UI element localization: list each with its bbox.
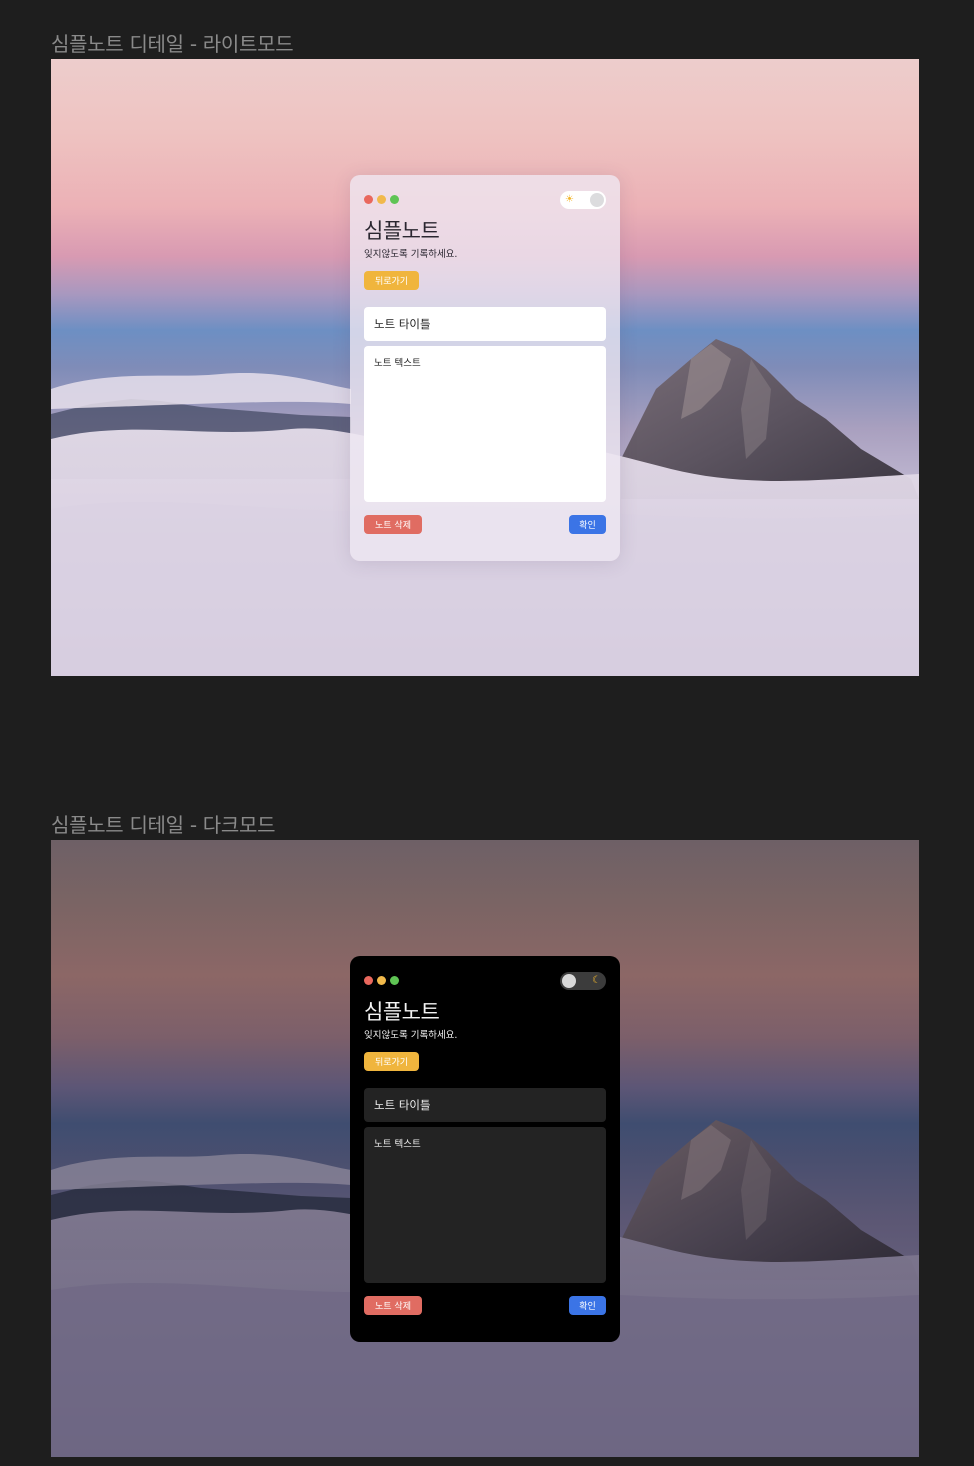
note-detail-window-dark: ☾ 심플노트 잊지않도록 기록하세요. 뒤로가기 노트 타이틀 노트 텍스트 노…	[350, 956, 620, 1342]
minimize-dot-icon[interactable]	[377, 976, 386, 985]
app-title: 심플노트	[364, 219, 440, 243]
delete-note-button[interactable]: 노트 삭제	[364, 515, 422, 534]
background-scene-light: ☀ 심플노트 잊지않도록 기록하세요. 뒤로가기 노트 타이틀 노트 텍스트 노…	[51, 59, 919, 676]
window-controls	[364, 195, 399, 204]
background-scene-dark: ☾ 심플노트 잊지않도록 기록하세요. 뒤로가기 노트 타이틀 노트 텍스트 노…	[51, 840, 919, 1457]
note-title-input[interactable]: 노트 타이틀	[364, 307, 606, 341]
theme-toggle[interactable]: ☾	[560, 972, 606, 990]
maximize-dot-icon[interactable]	[390, 976, 399, 985]
toggle-knob	[590, 193, 604, 207]
note-text-area[interactable]: 노트 텍스트	[364, 1127, 606, 1283]
moon-icon: ☾	[592, 975, 601, 986]
confirm-button[interactable]: 확인	[569, 515, 606, 534]
app-subtitle: 잊지않도록 기록하세요.	[364, 249, 458, 260]
minimize-dot-icon[interactable]	[377, 195, 386, 204]
note-detail-window-light: ☀ 심플노트 잊지않도록 기록하세요. 뒤로가기 노트 타이틀 노트 텍스트 노…	[350, 175, 620, 561]
theme-toggle[interactable]: ☀	[560, 191, 606, 209]
note-text-area[interactable]: 노트 텍스트	[364, 346, 606, 502]
app-subtitle: 잊지않도록 기록하세요.	[364, 1030, 458, 1041]
note-title-input[interactable]: 노트 타이틀	[364, 1088, 606, 1122]
sun-icon: ☀	[565, 194, 574, 205]
close-dot-icon[interactable]	[364, 976, 373, 985]
frame-label-dark: 심플노트 디테일 - 다크모드	[51, 813, 276, 837]
window-controls	[364, 976, 399, 985]
close-dot-icon[interactable]	[364, 195, 373, 204]
toggle-knob	[562, 974, 576, 988]
frame-label-light: 심플노트 디테일 - 라이트모드	[51, 32, 294, 56]
maximize-dot-icon[interactable]	[390, 195, 399, 204]
app-title: 심플노트	[364, 1000, 440, 1024]
back-button[interactable]: 뒤로가기	[364, 1052, 419, 1071]
delete-note-button[interactable]: 노트 삭제	[364, 1296, 422, 1315]
confirm-button[interactable]: 확인	[569, 1296, 606, 1315]
back-button[interactable]: 뒤로가기	[364, 271, 419, 290]
